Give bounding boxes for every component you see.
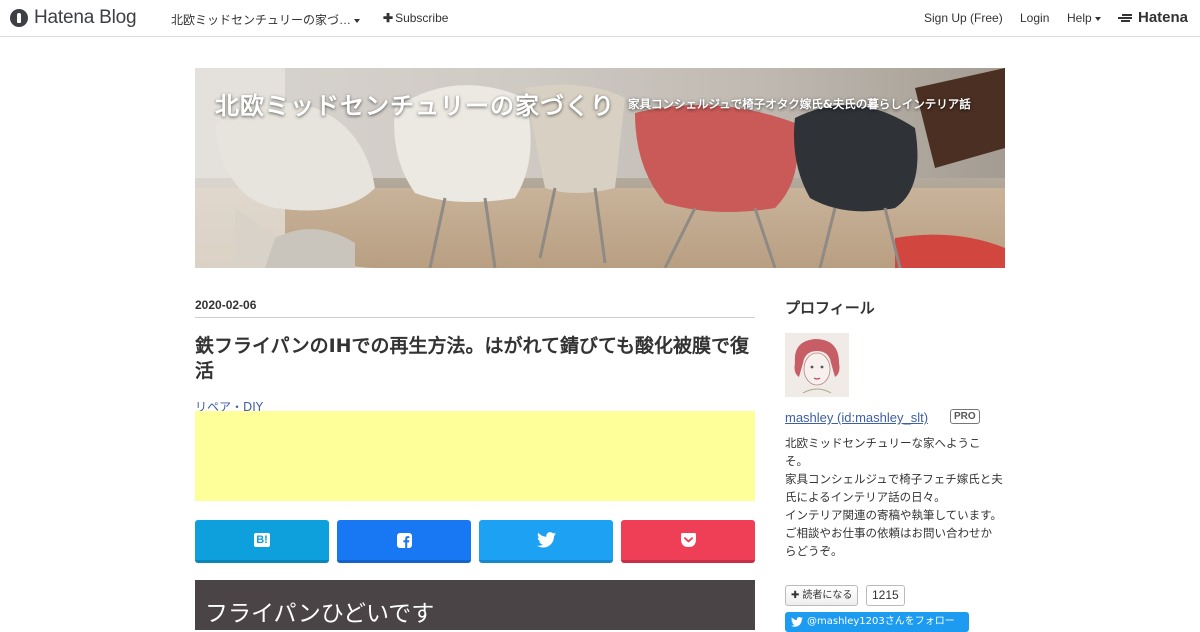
- brand-name: Hatena Blog: [34, 7, 137, 28]
- twitter-bird-icon: [791, 617, 803, 627]
- reader-count: 1215: [866, 585, 905, 606]
- hatena-blog-logo[interactable]: Hatena Blog: [10, 7, 137, 29]
- facebook-icon: [396, 532, 412, 548]
- profile-module-title: プロフィール: [785, 299, 875, 317]
- blog-description: 家具コンシェルジュで椅子オタク嫁氏&夫氏の暮らしインテリア話: [628, 97, 971, 111]
- reader-button-label: 読者になる: [802, 590, 853, 601]
- bio-line: ご相談やお仕事の依頼はお問い合わせからどうぞ。: [785, 526, 992, 558]
- twitter-follow-button[interactable]: @mashley1203さんをフォロー: [785, 612, 969, 632]
- hatena-blog-pen-icon: [10, 9, 28, 27]
- global-header: Hatena Blog 北欧ミッドセンチュリーの家づ… ✚ Subscribe S…: [0, 0, 1200, 37]
- pro-badge: PRO: [950, 409, 980, 424]
- twitter-bird-icon: [536, 532, 556, 548]
- bio-line: インテリア関連の寄稿や執筆しています。: [785, 508, 1003, 522]
- blog-selector-dropdown[interactable]: 北欧ミッドセンチュリーの家づ…: [171, 11, 361, 28]
- twitter-follow-label: @mashley1203さんをフォロー: [807, 616, 955, 627]
- pocket-icon: [680, 533, 696, 547]
- hatena-logo-text: Hatena: [1138, 9, 1189, 26]
- ad-placeholder: [195, 411, 755, 501]
- subscribe-reader-button[interactable]: ✚ 読者になる: [785, 585, 859, 606]
- entry-title[interactable]: 鉄フライパンのIHでの再生方法。はがれて錆びても酸化被膜で復活: [195, 334, 760, 384]
- entry-date[interactable]: 2020-02-06: [195, 298, 755, 318]
- subscribe-button[interactable]: ✚ Subscribe: [383, 11, 448, 25]
- login-link[interactable]: Login: [1020, 11, 1049, 25]
- section-heading: フライパンひどいです: [195, 580, 755, 630]
- caret-down-icon: [354, 18, 361, 23]
- twitter-share-button[interactable]: [479, 520, 613, 563]
- plus-icon: ✚: [383, 11, 394, 25]
- profile-avatar[interactable]: [785, 333, 849, 397]
- subscribe-label: Subscribe: [395, 11, 449, 25]
- help-dropdown[interactable]: Help: [1067, 11, 1101, 25]
- hatena-logo[interactable]: Hatena: [1118, 9, 1188, 26]
- avatar-illustration: [785, 333, 849, 397]
- blog-header-banner[interactable]: 北欧ミッドセンチュリーの家づくり 家具コンシェルジュで椅子オタク嫁氏&夫氏の暮ら…: [195, 68, 1005, 268]
- blog-title[interactable]: 北欧ミッドセンチュリーの家づくり: [215, 86, 615, 121]
- hatena-stripes-icon: [1118, 13, 1134, 23]
- bio-line: 北欧ミッドセンチュリーな家へようこそ。: [785, 436, 981, 468]
- hatena-bookmark-share-button[interactable]: B!: [195, 520, 329, 563]
- bio-line: 家具コンシェルジュで椅子フェチ嫁氏と夫氏によるインテリア話の日々。: [785, 472, 1003, 504]
- signup-link[interactable]: Sign Up (Free): [924, 11, 1003, 25]
- plus-icon: ✚: [791, 590, 800, 601]
- hatena-bookmark-icon: B!: [254, 533, 270, 547]
- profile-description: 北欧ミッドセンチュリーな家へようこそ。 家具コンシェルジュで椅子フェチ嫁氏と夫氏…: [785, 434, 1003, 560]
- profile-name-link[interactable]: mashley (id:mashley_slt): [785, 410, 928, 425]
- facebook-share-button[interactable]: [337, 520, 471, 563]
- pocket-share-button[interactable]: [621, 520, 755, 563]
- blog-selector-label: 北欧ミッドセンチュリーの家づ…: [171, 13, 352, 27]
- help-label: Help: [1067, 11, 1092, 25]
- caret-down-icon: [1094, 16, 1101, 21]
